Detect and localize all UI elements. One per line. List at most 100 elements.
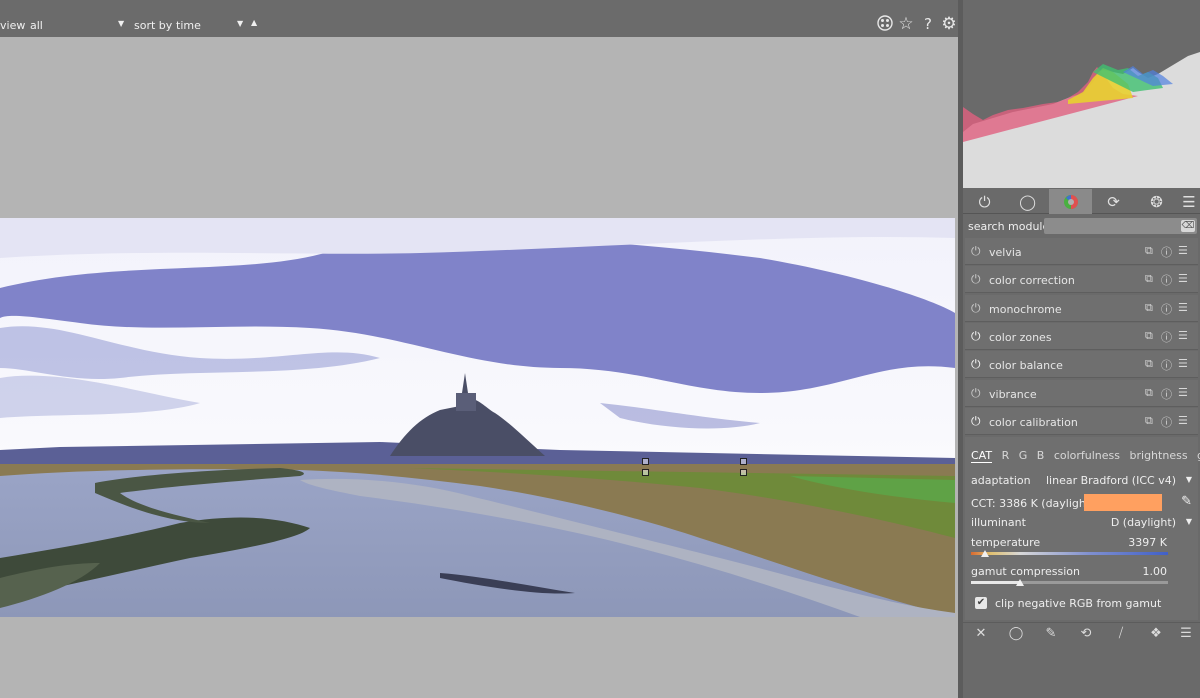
presets-icon[interactable]: ⧉ [1145, 272, 1153, 286]
power-toggle-icon[interactable]: ⏻ [971, 414, 981, 429]
adaptation-dropdown[interactable]: linear Bradford (ICC v4) [1046, 474, 1176, 487]
view-dropdown[interactable]: all [30, 19, 43, 32]
module-row[interactable]: ⏻ color calibration ⧉ ⓘ ☰ [965, 408, 1198, 435]
tab-colorfulness[interactable]: colorfulness [1054, 449, 1120, 462]
effects-icon[interactable]: ❂ [1135, 189, 1178, 214]
presets-icon[interactable]: ⧉ [1145, 244, 1153, 258]
module-row[interactable]: ⏻ monochrome ⧉ ⓘ ☰ [965, 295, 1198, 322]
module-menu-icon[interactable]: ☰ [1178, 414, 1188, 427]
center-view[interactable] [0, 37, 958, 698]
view-dropdown-arrow-icon[interactable]: ▼ [118, 19, 124, 28]
color-calibration-tabs: CAT R G B colorfulness brightness grey [971, 449, 1200, 463]
illuminant-arrow-icon[interactable]: ▼ [1186, 517, 1192, 526]
reset-icon[interactable]: ⓘ [1161, 301, 1172, 317]
temperature-value: 3397 K [1128, 536, 1167, 549]
power-toggle-icon[interactable]: ⏻ [971, 244, 981, 259]
menu-icon[interactable]: ☰ [1176, 626, 1196, 641]
module-name: velvia [989, 246, 1022, 259]
module-row[interactable]: ⏻ color correction ⧉ ⓘ ☰ [965, 266, 1198, 293]
filter-bar: view all ▼ sort by time ▼ ▲ ☆ ? ⚙ [0, 0, 958, 37]
path-icon[interactable]: ⟲ [1076, 626, 1096, 641]
grouping-icon[interactable] [876, 15, 894, 33]
star-icon[interactable]: ☆ [897, 15, 915, 33]
illuminant-label: illuminant [971, 516, 1026, 529]
illuminant-dropdown[interactable]: D (daylight) [1111, 516, 1176, 529]
gamut-compression-value: 1.00 [1142, 565, 1168, 578]
reset-icon[interactable]: ⓘ [1161, 357, 1172, 373]
presets-icon[interactable]: ⧉ [1145, 414, 1153, 428]
module-row[interactable]: ⏻ velvia ⧉ ⓘ ☰ [965, 238, 1198, 265]
color-picker-icon[interactable]: ✎ [1181, 494, 1192, 509]
module-menu-icon[interactable]: ☰ [1178, 244, 1188, 257]
brush-icon[interactable]: ✎ [1041, 626, 1061, 641]
gradient-icon[interactable]: ⧸ [1111, 626, 1131, 641]
power-toggle-icon[interactable]: ⏻ [971, 386, 981, 401]
sort-dropdown[interactable]: time [176, 19, 201, 32]
module-row[interactable]: ⏻ color zones ⧉ ⓘ ☰ [965, 323, 1198, 350]
circle-icon[interactable]: ◯ [1006, 626, 1026, 641]
reset-icon[interactable]: ⓘ [1161, 244, 1172, 260]
tab-r[interactable]: R [1002, 449, 1010, 462]
tab-g[interactable]: G [1019, 449, 1028, 462]
tab-cat[interactable]: CAT [971, 449, 993, 463]
presets-icon[interactable]: ⧉ [1145, 357, 1153, 371]
clip-negative-checkbox[interactable]: ✔ [975, 597, 987, 609]
module-menu-icon[interactable]: ☰ [1178, 386, 1188, 399]
temperature-label: temperature [971, 536, 1041, 549]
sort-dropdown-arrow-icon[interactable]: ▼ [237, 19, 243, 28]
power-toggle-icon[interactable]: ⏻ [971, 329, 981, 344]
crop-handle-tl[interactable] [642, 458, 649, 465]
presets-icon[interactable]: ⧉ [1145, 329, 1153, 343]
power-toggle-icon[interactable]: ⏻ [971, 357, 981, 372]
tab-brightness[interactable]: brightness [1130, 449, 1188, 462]
close-icon[interactable]: ✕ [971, 626, 991, 641]
clear-search-icon[interactable]: ⌫ [1181, 220, 1195, 232]
module-name: color correction [989, 274, 1075, 287]
sort-direction-icon[interactable]: ▲ [251, 18, 257, 27]
module-name: color balance [989, 359, 1063, 372]
right-panel: ⏻ ◯ ⟳ ❂ ☰ search module ⌫ ⏻ velvia ⧉ ⓘ ☰ ⏻ col… [963, 0, 1200, 698]
tab-b[interactable]: B [1037, 449, 1045, 462]
menu-icon[interactable]: ☰ [1178, 189, 1200, 214]
module-menu-icon[interactable]: ☰ [1178, 301, 1188, 314]
sort-label: sort by [134, 19, 173, 32]
power-icon[interactable]: ⏻ [963, 189, 1006, 214]
temperature-slider-thumb[interactable] [980, 550, 989, 557]
help-icon[interactable]: ? [919, 15, 937, 33]
power-toggle-icon[interactable]: ⏻ [971, 272, 981, 287]
search-module-row: search module ⌫ [963, 216, 1200, 236]
correction-icon[interactable]: ⟳ [1092, 189, 1135, 214]
reset-icon[interactable]: ⓘ [1161, 329, 1172, 345]
temperature-slider[interactable] [971, 552, 1168, 555]
module-row[interactable]: ⏻ color balance ⧉ ⓘ ☰ [965, 351, 1198, 378]
histogram[interactable] [963, 12, 1200, 188]
module-name: color zones [989, 331, 1052, 344]
gear-icon[interactable]: ⚙ [940, 15, 958, 33]
crop-handle-tr[interactable] [740, 458, 747, 465]
reset-icon[interactable]: ⓘ [1161, 386, 1172, 402]
pattern-icon[interactable]: ❖ [1146, 626, 1166, 641]
color-wheel-icon[interactable] [1049, 189, 1092, 214]
crop-handle-bl[interactable] [642, 469, 649, 476]
module-menu-icon[interactable]: ☰ [1178, 357, 1188, 370]
module-menu-icon[interactable]: ☰ [1178, 272, 1188, 285]
search-module-label: search module [968, 220, 1050, 233]
cct-color-swatch[interactable] [1084, 494, 1162, 511]
search-module-input[interactable]: ⌫ [1044, 218, 1197, 234]
module-name: monochrome [989, 303, 1062, 316]
circle-icon[interactable]: ◯ [1006, 189, 1049, 214]
module-name: vibrance [989, 388, 1037, 401]
adaptation-label: adaptation [971, 474, 1031, 487]
module-row[interactable]: ⏻ vibrance ⧉ ⓘ ☰ [965, 380, 1198, 407]
gamut-compression-label: gamut compression [971, 565, 1080, 578]
reset-icon[interactable]: ⓘ [1161, 414, 1172, 430]
photo-canvas[interactable] [0, 218, 955, 617]
crop-handle-br[interactable] [740, 469, 747, 476]
reset-icon[interactable]: ⓘ [1161, 272, 1172, 288]
presets-icon[interactable]: ⧉ [1145, 386, 1153, 400]
presets-icon[interactable]: ⧉ [1145, 301, 1153, 315]
module-menu-icon[interactable]: ☰ [1178, 329, 1188, 342]
power-toggle-icon[interactable]: ⏻ [971, 301, 981, 316]
adaptation-arrow-icon[interactable]: ▼ [1186, 475, 1192, 484]
gamut-compression-slider-thumb[interactable] [1016, 579, 1025, 586]
